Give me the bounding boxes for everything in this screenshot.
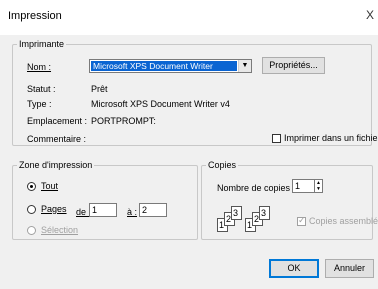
collate-label[interactable]: Copies assemblées <box>309 216 378 226</box>
range-all-label[interactable]: Tout <box>41 181 58 191</box>
collate-page: 3 <box>259 206 270 220</box>
status-label: Statut : <box>27 84 56 94</box>
cancel-button[interactable]: Annuler <box>325 259 374 278</box>
copies-legend: Copies <box>208 160 237 170</box>
type-label: Type : <box>27 99 52 109</box>
collate-icon: 1 2 3 1 2 3 <box>217 206 287 236</box>
print-to-file-checkbox[interactable] <box>272 134 281 143</box>
print-range-legend: Zone d'impression <box>19 160 93 170</box>
collate-page: 3 <box>231 206 242 220</box>
range-pages-radio[interactable] <box>27 205 36 214</box>
properties-button[interactable]: Propriétés... <box>262 57 325 74</box>
range-to-label: à : <box>127 207 138 217</box>
comment-label: Commentaire : <box>27 134 87 144</box>
range-pages-label[interactable]: Pages <box>41 204 67 214</box>
type-value: Microsoft XPS Document Writer v4 <box>91 99 230 109</box>
range-from-input[interactable]: 1 <box>89 203 117 217</box>
ok-button-label: OK <box>287 263 301 273</box>
status-value: Prêt <box>91 84 108 94</box>
location-label: Emplacement : <box>27 116 88 126</box>
printer-group: Imprimante <box>12 39 372 146</box>
ok-button[interactable]: OK <box>269 259 319 278</box>
window-title: Impression <box>8 10 62 22</box>
collate-checkbox[interactable] <box>297 215 306 226</box>
printer-group-legend: Imprimante <box>19 39 65 49</box>
printer-name-label: Nom : <box>27 62 52 72</box>
chevron-down-icon[interactable]: ▼ <box>238 60 251 72</box>
print-to-file-label[interactable]: Imprimer dans un fichier <box>284 133 378 143</box>
print-range-group: Zone d'impression <box>12 160 198 240</box>
range-all-radio[interactable] <box>27 182 36 191</box>
range-selection-radio[interactable] <box>27 226 36 235</box>
cancel-button-label: Annuler <box>333 263 366 273</box>
location-value: PORTPROMPT: <box>91 116 156 126</box>
copies-count-input[interactable]: 1 <box>292 179 315 193</box>
copies-count-label: Nombre de copies : <box>217 183 296 193</box>
printer-name-select[interactable]: Microsoft XPS Document Writer ▼ <box>89 59 252 73</box>
close-icon[interactable]: X <box>366 8 374 22</box>
copies-spinner[interactable]: ▲ ▼ <box>314 179 323 193</box>
properties-button-label: Propriétés... <box>269 60 318 70</box>
range-selection-label[interactable]: Sélection <box>41 225 78 235</box>
range-to-input[interactable]: 2 <box>139 203 167 217</box>
printer-name-value: Microsoft XPS Document Writer <box>91 61 237 71</box>
